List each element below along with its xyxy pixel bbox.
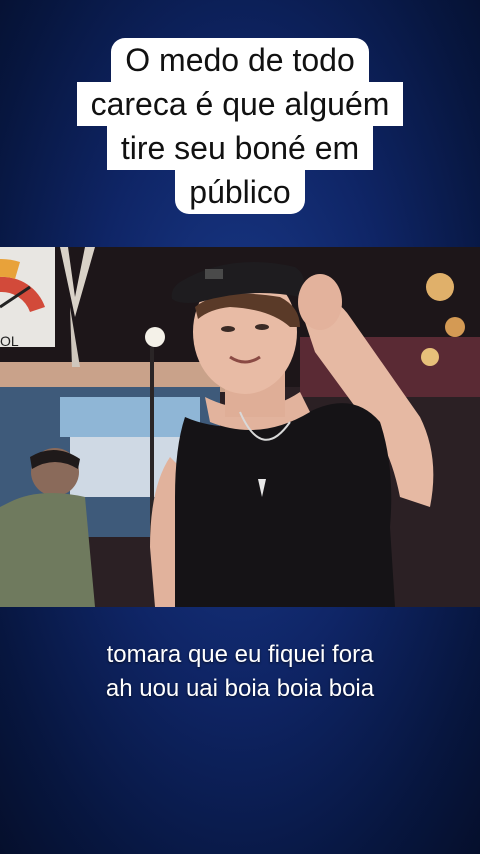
- caption-banner: O medo de todo careca é que alguém tire …: [0, 38, 480, 214]
- gauge-sign: OL: [0, 247, 55, 349]
- gauge-sign-text: OL: [0, 333, 19, 349]
- caption-line-2: careca é que alguém: [76, 82, 404, 126]
- caption-line-3: tire seu boné em: [106, 126, 374, 170]
- video-post-screen: O medo de todo careca é que alguém tire …: [0, 0, 480, 854]
- video-frame[interactable]: OL: [0, 247, 480, 607]
- subtitle-line-2: ah uou uai boia boia boia: [105, 675, 375, 702]
- caption-line-1: O medo de todo: [111, 38, 369, 82]
- video-scene: OL: [0, 247, 480, 607]
- subtitles: tomara que eu fiquei fora ah uou uai boi…: [0, 638, 480, 706]
- caption-card: O medo de todo careca é que alguém tire …: [76, 38, 404, 214]
- caption-line-4: público: [175, 170, 305, 214]
- subtitle-line-1: tomara que eu fiquei fora: [106, 641, 374, 668]
